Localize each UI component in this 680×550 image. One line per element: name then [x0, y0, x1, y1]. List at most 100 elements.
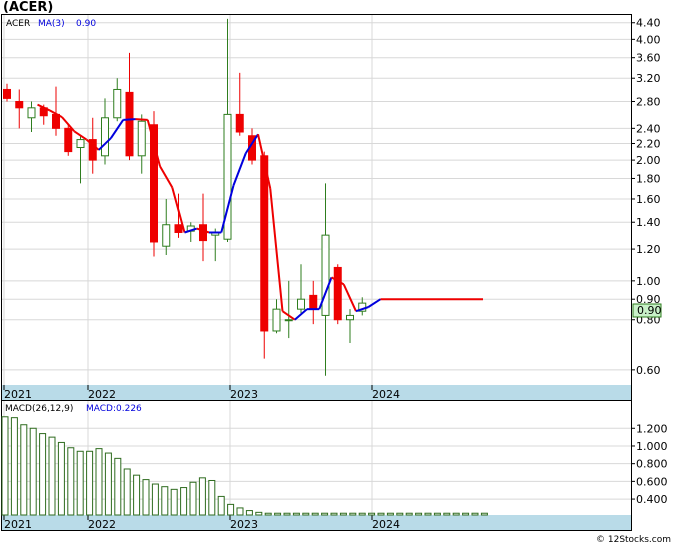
candle-up	[137, 120, 146, 157]
macd-bar	[227, 503, 235, 516]
candle-up	[113, 88, 122, 119]
macd-bar	[57, 441, 65, 516]
candle-up	[297, 298, 305, 310]
macd-bar	[480, 512, 488, 516]
candle-up	[284, 319, 293, 322]
macd-bar	[161, 486, 169, 516]
macd-bar	[76, 450, 84, 516]
macd-bar	[358, 512, 366, 516]
ma3-segment	[123, 118, 136, 121]
price-y-tick-label: 2.20	[636, 137, 661, 150]
candle-down	[174, 224, 183, 233]
macd-bar	[339, 512, 347, 516]
price-x-tick-label: 2023	[230, 388, 258, 401]
macd-bar	[48, 436, 56, 516]
macd-bar	[443, 512, 451, 516]
macd-y-tick-label: 1.200	[636, 422, 668, 435]
price-x-tick-label: 2022	[88, 388, 116, 401]
stock-chart: 2021 2022 2023 2024 4.40 4.00 3.60 3.20 2.80 2.4…	[0, 0, 680, 546]
price-y-tick-label: 2.00	[636, 154, 661, 167]
macd-bar	[10, 417, 18, 516]
macd-y-axis: 1.200 1.000 0.800 0.600 0.400	[631, 422, 668, 506]
candle-down	[3, 88, 11, 99]
chart-canvas: 2021 2022 2023 2024 4.40 4.00 3.60 3.20 2.80 2.4…	[0, 0, 680, 546]
macd-bar	[20, 424, 28, 516]
candle-down	[260, 155, 269, 332]
macd-bar	[29, 427, 37, 516]
macd-bar	[39, 433, 47, 516]
macd-bar	[123, 468, 131, 516]
macd-x-tick-label: 2024	[372, 518, 400, 531]
macd-bar	[255, 511, 263, 516]
macd-x-tick-label: 2023	[230, 518, 258, 531]
macd-y-tick-label: 0.800	[636, 458, 668, 471]
macd-bar	[217, 495, 225, 516]
price-x-tick-label: 2021	[4, 388, 32, 401]
candle-up	[162, 224, 171, 247]
price-y-tick-label: 1.80	[636, 172, 661, 185]
macd-bar	[208, 479, 216, 516]
macd-bar	[86, 450, 94, 516]
macd-bar	[471, 512, 479, 516]
price-y-tick-label: 2.80	[636, 95, 661, 108]
macd-bar	[283, 512, 291, 516]
candle-down	[125, 91, 134, 157]
last-price-label: 0.90	[637, 304, 662, 317]
candle-down	[333, 266, 342, 321]
macd-bar	[349, 512, 357, 516]
candle-up	[321, 234, 330, 316]
macd-bar	[264, 512, 272, 516]
macd-bar	[95, 448, 103, 516]
price-y-tick-label: 1.40	[636, 216, 661, 229]
candle-down	[15, 100, 24, 109]
macd-bar	[405, 512, 413, 516]
macd-bar	[133, 474, 141, 516]
macd-bar	[245, 510, 253, 516]
macd-bar	[1, 416, 9, 516]
macd-bar	[368, 512, 376, 516]
macd-bar	[114, 457, 122, 516]
ma-legend-label: MA(3)	[38, 19, 65, 29]
price-y-tick-label: 1.20	[636, 243, 661, 256]
ma-legend-value: 0.90	[76, 19, 96, 29]
candle-down	[52, 113, 60, 129]
macd-bar	[67, 447, 75, 516]
chart-title: (ACER)	[3, 0, 53, 15]
candle-up	[272, 308, 281, 332]
macd-bar	[180, 487, 188, 516]
macd-bar	[236, 507, 244, 516]
macd-bar	[311, 512, 319, 516]
price-y-tick-label: 1.60	[636, 193, 661, 206]
price-y-tick-label: 3.60	[636, 52, 661, 65]
price-panel	[1, 14, 632, 401]
candle-down	[309, 294, 318, 310]
price-y-tick-label: 4.40	[636, 17, 661, 30]
macd-bar	[462, 512, 470, 516]
candle-down	[64, 127, 73, 153]
price-y-tick-label: 1.00	[636, 275, 661, 288]
macd-bar	[415, 512, 423, 516]
macd-bar	[170, 488, 178, 516]
candle-up	[76, 139, 85, 149]
macd-bar	[452, 512, 460, 516]
copyright: © 12Stocks.com	[596, 535, 671, 545]
price-y-tick-label: 4.00	[636, 33, 661, 46]
price-y-tick-label: 0.60	[636, 364, 661, 377]
macd-bar	[330, 512, 338, 516]
macd-x-tick-label: 2022	[88, 518, 116, 531]
macd-bar	[386, 512, 394, 516]
price-x-tick-label: 2024	[372, 388, 400, 401]
candle-up	[101, 117, 109, 157]
candle-down	[235, 113, 244, 133]
ma3-segment	[135, 118, 148, 121]
macd-bar	[142, 479, 150, 516]
price-legend-tag: ACER	[6, 19, 30, 29]
macd-bar	[321, 512, 329, 516]
macd-bar	[396, 512, 404, 516]
macd-y-tick-label: 1.000	[636, 440, 668, 453]
macd-bar	[189, 481, 197, 516]
candle-down	[199, 224, 207, 242]
macd-legend-value: MACD:0.226	[86, 404, 142, 414]
macd-y-tick-label: 0.400	[636, 493, 668, 506]
price-y-tick-label: 3.20	[636, 72, 661, 85]
